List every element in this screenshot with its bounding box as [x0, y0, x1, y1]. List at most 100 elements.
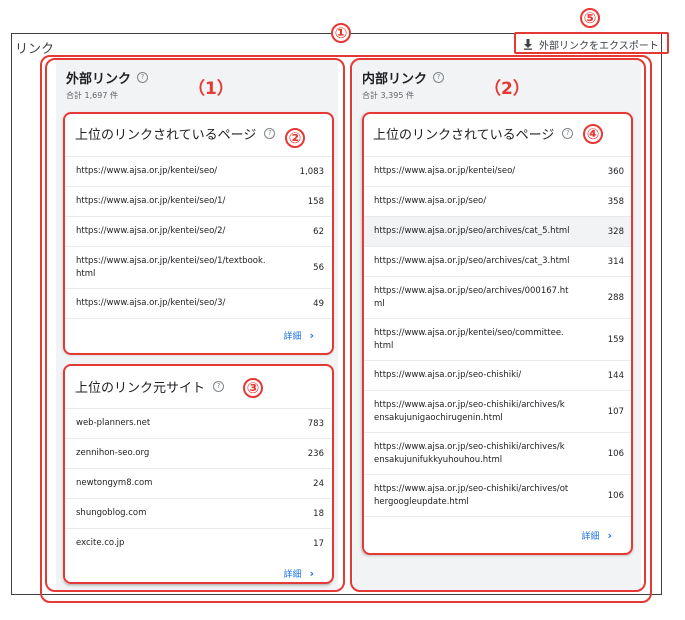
external-top-linked-pages-card: 上位のリンクされているページ ? https://www.ajsa.or.jp/…	[64, 113, 332, 353]
annotation-label-1: （1）	[188, 79, 234, 99]
table-row[interactable]: https://www.ajsa.or.jp/seo-chishiki/arch…	[362, 390, 632, 432]
chevron-right-icon: ›	[607, 529, 612, 542]
table-row[interactable]: web-planners.net 783	[64, 408, 332, 438]
annotation-label-2: （2）	[484, 79, 530, 99]
row-url: https://www.ajsa.or.jp/seo/archives/0001…	[374, 285, 569, 309]
internal-links-title-text: 内部リンク	[362, 72, 428, 87]
row-site: newtongym8.com	[76, 478, 153, 488]
table-row[interactable]: https://www.ajsa.or.jp/kentei/seo/1/text…	[64, 246, 332, 288]
export-external-links-button[interactable]: 外部リンクをエクスポート	[519, 34, 659, 54]
card-title-text: 上位のリンクされているページ	[75, 128, 257, 143]
table-row[interactable]: https://www.ajsa.or.jp/seo/archives/cat_…	[362, 246, 632, 276]
table-row[interactable]: https://www.ajsa.or.jp/seo/ 358	[362, 186, 632, 216]
annotation-number-5: ⑤	[580, 8, 600, 28]
row-count: 107	[607, 406, 624, 417]
row-url: https://www.ajsa.or.jp/kentei/seo/commit…	[374, 327, 564, 351]
row-count: 783	[307, 418, 324, 429]
row-count: 49	[313, 298, 324, 309]
row-count: 314	[607, 256, 624, 267]
row-count: 17	[313, 538, 324, 549]
row-count: 24	[313, 478, 324, 489]
row-site: zennihon-seo.org	[76, 448, 150, 458]
annotation-number-3: ③	[243, 378, 263, 398]
table-row[interactable]: https://www.ajsa.or.jp/kentei/seo/1/ 158	[64, 186, 332, 216]
row-site: web-planners.net	[76, 418, 151, 428]
card-title: 上位のリンク元サイト ?	[75, 377, 225, 396]
table-row[interactable]: zennihon-seo.org 236	[64, 438, 332, 468]
row-count: 159	[607, 334, 624, 345]
row-url: https://www.ajsa.or.jp/seo-chishiki/	[374, 370, 522, 380]
table-row[interactable]: https://www.ajsa.or.jp/seo-chishiki/ 144	[362, 360, 632, 390]
row-count: 360	[607, 166, 624, 177]
download-icon	[524, 38, 532, 50]
table-row[interactable]: https://www.ajsa.or.jp/seo/archives/cat_…	[362, 216, 632, 246]
table-row[interactable]: https://www.ajsa.or.jp/seo-chishiki/arch…	[362, 474, 632, 516]
table-row[interactable]: https://www.ajsa.or.jp/seo-chishiki/arch…	[362, 432, 632, 474]
chevron-right-icon: ›	[309, 567, 314, 580]
internal-top-linked-pages-card: 上位のリンクされているページ ? https://www.ajsa.or.jp/…	[362, 113, 632, 554]
row-url: https://www.ajsa.or.jp/seo-chishiki/arch…	[374, 483, 569, 507]
row-url: https://www.ajsa.or.jp/kentei/seo/2/	[76, 226, 226, 236]
row-count: 1,083	[299, 166, 324, 177]
row-count: 236	[307, 448, 324, 459]
external-links-title-text: 外部リンク	[66, 72, 132, 87]
row-count: 56	[313, 262, 324, 273]
card-title: 上位のリンクされているページ ?	[373, 124, 574, 143]
chevron-right-icon: ›	[309, 329, 314, 342]
row-count: 158	[307, 196, 324, 207]
details-link[interactable]: 詳細 ›	[283, 329, 314, 342]
row-url: https://www.ajsa.or.jp/seo/archives/cat_…	[374, 256, 570, 266]
table-row[interactable]: https://www.ajsa.or.jp/kentei/seo/ 360	[362, 156, 632, 186]
row-url: https://www.ajsa.or.jp/kentei/seo/1/	[76, 196, 226, 206]
card-footer-divider	[64, 318, 332, 319]
external-top-linking-sites-card: 上位のリンク元サイト ? web-planners.net 783 zennih…	[64, 366, 332, 584]
details-link[interactable]: 詳細 ›	[581, 529, 612, 542]
page-title: リンク	[15, 42, 55, 57]
row-url: https://www.ajsa.or.jp/kentei/seo/3/	[76, 298, 226, 308]
help-icon[interactable]: ?	[433, 72, 445, 83]
row-count: 18	[313, 508, 324, 519]
table-row[interactable]: https://www.ajsa.or.jp/kentei/seo/2/ 62	[64, 216, 332, 246]
details-link-label: 詳細	[283, 570, 302, 580]
row-count: 106	[607, 448, 624, 459]
external-links-total: 合計 1,697 件	[66, 91, 118, 100]
help-icon[interactable]: ?	[562, 128, 574, 139]
table-row[interactable]: excite.co.jp 17	[64, 528, 332, 558]
table-row[interactable]: https://www.ajsa.or.jp/kentei/seo/ 1,083	[64, 156, 332, 186]
card-title: 上位のリンクされているページ ?	[75, 124, 276, 143]
table-row[interactable]: newtongym8.com 24	[64, 468, 332, 498]
table-row[interactable]: https://www.ajsa.or.jp/kentei/seo/commit…	[362, 318, 632, 360]
row-site: shungoblog.com	[76, 508, 147, 518]
row-count: 358	[607, 196, 624, 207]
table-row[interactable]: https://www.ajsa.or.jp/kentei/seo/3/ 49	[64, 288, 332, 318]
card-title-text: 上位のリンク元サイト	[75, 381, 206, 396]
details-link[interactable]: 詳細 ›	[283, 567, 314, 580]
card-footer-divider	[362, 516, 632, 517]
help-icon[interactable]: ?	[264, 128, 276, 139]
row-url: https://www.ajsa.or.jp/kentei/seo/	[76, 166, 218, 176]
row-count: 144	[607, 370, 624, 381]
row-url: https://www.ajsa.or.jp/seo-chishiki/arch…	[374, 399, 565, 423]
row-url: https://www.ajsa.or.jp/kentei/seo/1/text…	[76, 255, 266, 279]
card-title-text: 上位のリンクされているページ	[373, 128, 555, 143]
internal-links-total: 合計 3,395 件	[362, 91, 414, 100]
row-count: 62	[313, 226, 324, 237]
row-count: 106	[607, 490, 624, 501]
annotation-number-1: ①	[331, 23, 351, 43]
export-button-label: 外部リンクをエクスポート	[539, 40, 659, 52]
table-row[interactable]: shungoblog.com 18	[64, 498, 332, 528]
row-count: 288	[607, 292, 624, 303]
help-icon[interactable]: ?	[137, 72, 149, 83]
help-icon[interactable]: ?	[213, 381, 225, 392]
row-site: excite.co.jp	[76, 538, 125, 548]
internal-links-title: 内部リンク ?	[362, 68, 445, 87]
external-links-title: 外部リンク ?	[66, 68, 149, 87]
annotation-number-4: ④	[583, 124, 603, 144]
row-url: https://www.ajsa.or.jp/seo-chishiki/arch…	[374, 441, 565, 465]
table-row[interactable]: https://www.ajsa.or.jp/seo/archives/0001…	[362, 276, 632, 318]
row-url: https://www.ajsa.or.jp/seo/	[374, 196, 487, 206]
row-url: https://www.ajsa.or.jp/kentei/seo/	[374, 166, 516, 176]
details-link-label: 詳細	[283, 332, 302, 342]
row-url: https://www.ajsa.or.jp/seo/archives/cat_…	[374, 226, 570, 236]
row-count: 328	[607, 226, 624, 237]
